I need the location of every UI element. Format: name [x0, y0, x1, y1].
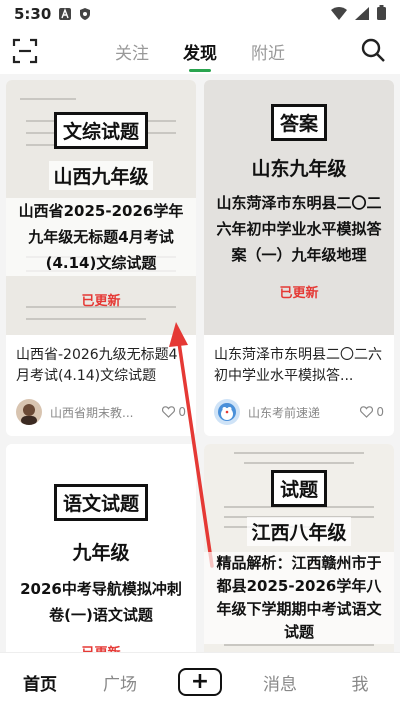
- status-time: 5:30: [14, 5, 52, 23]
- feed-card[interactable]: 试题 江西八年级 精品解析：江西赣州市于都县2025-2026学年八年级下学期期…: [204, 444, 394, 652]
- search-icon[interactable]: [360, 37, 386, 63]
- card-footer: 山东考前速递 0: [214, 398, 384, 426]
- card-badge: 答案: [270, 104, 327, 141]
- updated-tag: 已更新: [81, 294, 121, 309]
- author-name[interactable]: 山西省期末教...: [50, 404, 162, 421]
- author-name[interactable]: 山东考前速递: [248, 404, 360, 421]
- updated-tag: 已更新: [81, 642, 120, 652]
- avatar[interactable]: [16, 399, 42, 425]
- card-cover-image: 语文试题 九年级 2026中考导航模拟冲刺卷(一)语文试题 已更新: [6, 444, 196, 652]
- nav-messages[interactable]: 消息: [240, 670, 320, 695]
- card-badge: 文综试题: [53, 112, 148, 149]
- card-title[interactable]: 山西省-2026九级无标题4月考试(4.14)文综试题: [6, 335, 196, 387]
- cover-subtitle: 山西省2025-2026学年九年级无标题4月考试(4.14)文综试题: [6, 198, 196, 276]
- avatar[interactable]: [214, 399, 240, 425]
- card-cover-image: 试题 江西八年级 精品解析：江西赣州市于都县2025-2026学年八年级下学期期…: [204, 444, 394, 652]
- card-badge: 试题: [270, 470, 327, 507]
- status-bar: 5:30: [0, 0, 400, 28]
- bottom-nav: 首页 广场 + 消息 我: [0, 652, 400, 711]
- cover-subtitle: 2026中考导航模拟冲刺卷(一)语文试题: [6, 576, 196, 628]
- top-nav: 关注 发现 附近: [0, 28, 400, 74]
- feed-card[interactable]: 答案 山东九年级 山东菏泽市东明县二〇二六年初中学业水平模拟答案（一）九年级地理…: [204, 80, 394, 436]
- tab-following[interactable]: 关注: [113, 33, 151, 70]
- nav-square[interactable]: 广场: [80, 670, 160, 695]
- wifi-icon: [331, 5, 347, 24]
- like-button[interactable]: 0: [360, 405, 384, 419]
- notification-a-icon: [59, 8, 72, 20]
- like-count: 0: [178, 405, 186, 419]
- card-cover-image: 答案 山东九年级 山东菏泽市东明县二〇二六年初中学业水平模拟答案（一）九年级地理…: [204, 80, 394, 335]
- nav-create[interactable]: +: [160, 668, 240, 696]
- battery-icon: [377, 4, 386, 24]
- card-footer: 山西省期末教... 0: [16, 398, 186, 426]
- like-count: 0: [376, 405, 384, 419]
- cover-title: 九年级: [68, 537, 134, 566]
- cover-subtitle: 山东菏泽市东明县二〇二六年初中学业水平模拟答案（一）九年级地理: [216, 194, 382, 264]
- heart-icon: [162, 406, 176, 418]
- tab-discover[interactable]: 发现: [181, 33, 219, 70]
- tab-nearby[interactable]: 附近: [249, 33, 287, 70]
- feed-card[interactable]: 文综试题 山西九年级 山西省2025-2026学年九年级无标题4月考试(4.14…: [6, 80, 196, 436]
- cover-title: 山东九年级: [251, 158, 347, 180]
- updated-tag: 已更新: [279, 286, 319, 301]
- heart-icon: [360, 406, 374, 418]
- like-button[interactable]: 0: [162, 405, 186, 419]
- feed-tabs: 关注 发现 附近: [0, 28, 400, 74]
- card-cover-image: 文综试题 山西九年级 山西省2025-2026学年九年级无标题4月考试(4.14…: [6, 80, 196, 335]
- plus-icon[interactable]: +: [178, 668, 222, 696]
- nav-me[interactable]: 我: [320, 670, 400, 695]
- cover-subtitle: 精品解析：江西赣州市于都县2025-2026学年八年级下学期期中考试语文试题: [204, 552, 394, 644]
- signal-icon: [355, 5, 369, 24]
- feed: 文综试题 山西九年级 山西省2025-2026学年九年级无标题4月考试(4.14…: [0, 74, 400, 652]
- nav-home[interactable]: 首页: [0, 670, 80, 695]
- shield-icon: [79, 8, 91, 20]
- card-title[interactable]: 山东菏泽市东明县二〇二六初中学业水平模拟答...: [204, 335, 394, 387]
- feed-card[interactable]: 语文试题 九年级 2026中考导航模拟冲刺卷(一)语文试题 已更新: [6, 444, 196, 652]
- cover-title: 山西九年级: [49, 161, 153, 190]
- card-badge: 语文试题: [53, 484, 148, 521]
- cover-title: 江西八年级: [247, 517, 351, 546]
